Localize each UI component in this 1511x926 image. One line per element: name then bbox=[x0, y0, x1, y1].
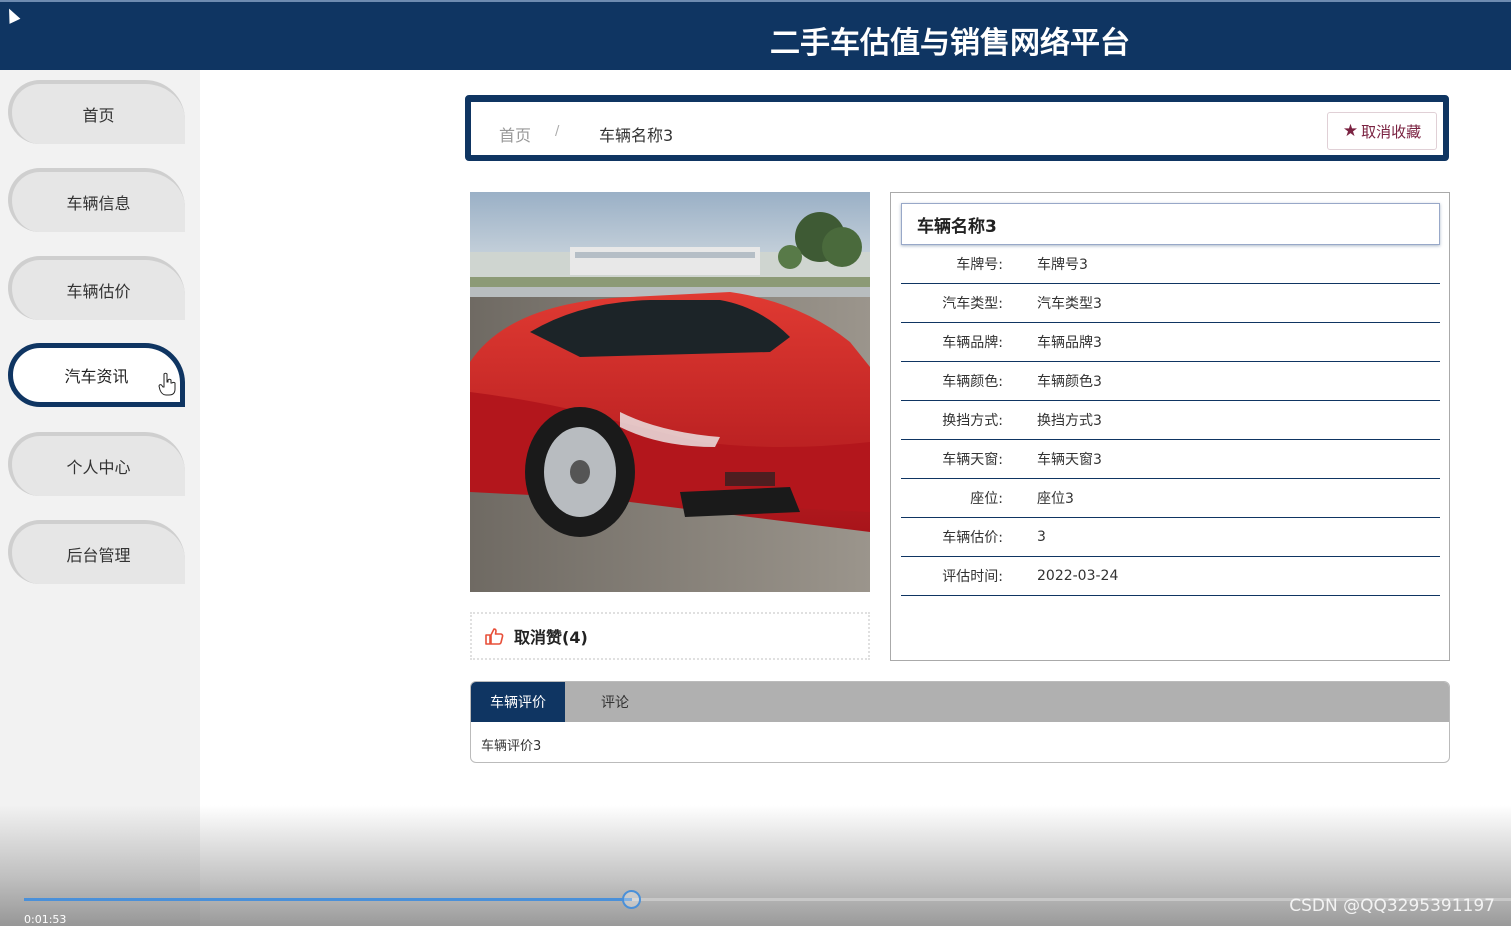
unfavorite-button[interactable]: ★ 取消收藏 bbox=[1327, 112, 1437, 150]
detail-value: 车辆品牌3 bbox=[1037, 335, 1102, 351]
unlike-label: 取消赞(4) bbox=[514, 628, 588, 647]
detail-value: 2022-03-24 bbox=[1037, 568, 1119, 584]
detail-label: 评估时间: bbox=[942, 569, 1003, 585]
thumbs-up-icon bbox=[485, 628, 504, 645]
tab-vehicle-review[interactable]: 车辆评价 bbox=[471, 682, 565, 722]
video-progress-knob[interactable] bbox=[622, 890, 641, 909]
vehicle-detail-panel: 车辆名称3 车牌号: 车牌号3 汽车类型: 汽车类型3 车辆品牌: 车辆品牌3 … bbox=[890, 192, 1450, 661]
detail-row-seats: 座位: 座位3 bbox=[901, 479, 1440, 518]
sidebar-item-home[interactable]: 首页 bbox=[8, 80, 185, 144]
detail-value: 车辆天窗3 bbox=[1037, 452, 1102, 468]
detail-label: 汽车类型: bbox=[942, 296, 1003, 312]
detail-row-color: 车辆颜色: 车辆颜色3 bbox=[901, 362, 1440, 401]
video-time: 0:01:53 bbox=[24, 913, 67, 926]
detail-value: 换挡方式3 bbox=[1037, 413, 1102, 429]
breadcrumb-bar: 首页 / 车辆名称3 ★ 取消收藏 bbox=[465, 95, 1449, 161]
video-progress-fill bbox=[24, 898, 632, 901]
detail-row-car-type: 汽车类型: 汽车类型3 bbox=[901, 284, 1440, 323]
detail-value: 汽车类型3 bbox=[1037, 296, 1102, 312]
detail-label: 车辆天窗: bbox=[942, 452, 1003, 468]
detail-label: 换挡方式: bbox=[942, 413, 1003, 429]
sidebar-item-vehicle-info[interactable]: 车辆信息 bbox=[8, 168, 185, 232]
detail-value: 座位3 bbox=[1037, 491, 1074, 507]
detail-row-transmission: 换挡方式: 换挡方式3 bbox=[901, 401, 1440, 440]
star-icon: ★ bbox=[1342, 121, 1359, 141]
breadcrumb-home-link[interactable]: 首页 bbox=[499, 122, 531, 146]
tab-content: 车辆评价3 bbox=[481, 739, 542, 754]
detail-label: 座位: bbox=[970, 491, 1003, 507]
detail-value: 车牌号3 bbox=[1037, 257, 1088, 273]
unfavorite-button-label: 取消收藏 bbox=[1361, 122, 1422, 141]
top-header: 二手车估值与销售网络平台 bbox=[0, 0, 1511, 70]
breadcrumb-current: 车辆名称3 bbox=[599, 126, 674, 145]
detail-row-valuation: 车辆估价: 3 bbox=[901, 518, 1440, 557]
detail-row-sunroof: 车辆天窗: 车辆天窗3 bbox=[901, 440, 1440, 479]
hand-pointer-icon bbox=[158, 372, 176, 396]
detail-label: 车辆品牌: bbox=[942, 335, 1003, 351]
breadcrumb-separator: / bbox=[555, 124, 560, 139]
detail-label: 车辆估价: bbox=[942, 530, 1003, 546]
tab-comments[interactable]: 评论 bbox=[565, 682, 665, 722]
tabs-header: 车辆评价 评论 bbox=[471, 682, 1449, 722]
sidebar-item-admin[interactable]: 后台管理 bbox=[8, 520, 185, 584]
detail-row-brand: 车辆品牌: 车辆品牌3 bbox=[901, 323, 1440, 362]
like-toggle[interactable]: 取消赞(4) bbox=[470, 612, 870, 660]
sidebar-item-vehicle-valuation[interactable]: 车辆估价 bbox=[8, 256, 185, 320]
mouse-pointer-icon bbox=[3, 6, 21, 24]
detail-row-plate: 车牌号: 车牌号3 bbox=[901, 245, 1440, 284]
detail-label: 车辆颜色: bbox=[942, 374, 1003, 390]
review-tabs: 车辆评价 评论 车辆评价3 bbox=[470, 681, 1450, 763]
watermark: CSDN @QQ3295391197 bbox=[1289, 896, 1495, 916]
detail-row-valuation-time: 评估时间: 2022-03-24 bbox=[901, 557, 1440, 596]
site-title: 二手车估值与销售网络平台 bbox=[770, 26, 1130, 61]
vehicle-name-title: 车辆名称3 bbox=[901, 203, 1440, 245]
video-controls-overlay bbox=[0, 805, 1511, 926]
sidebar-item-personal-center[interactable]: 个人中心 bbox=[8, 432, 185, 496]
detail-value: 车辆颜色3 bbox=[1037, 374, 1102, 390]
vehicle-photo bbox=[470, 192, 870, 592]
detail-value: 3 bbox=[1037, 529, 1046, 545]
detail-label: 车牌号: bbox=[956, 257, 1003, 273]
